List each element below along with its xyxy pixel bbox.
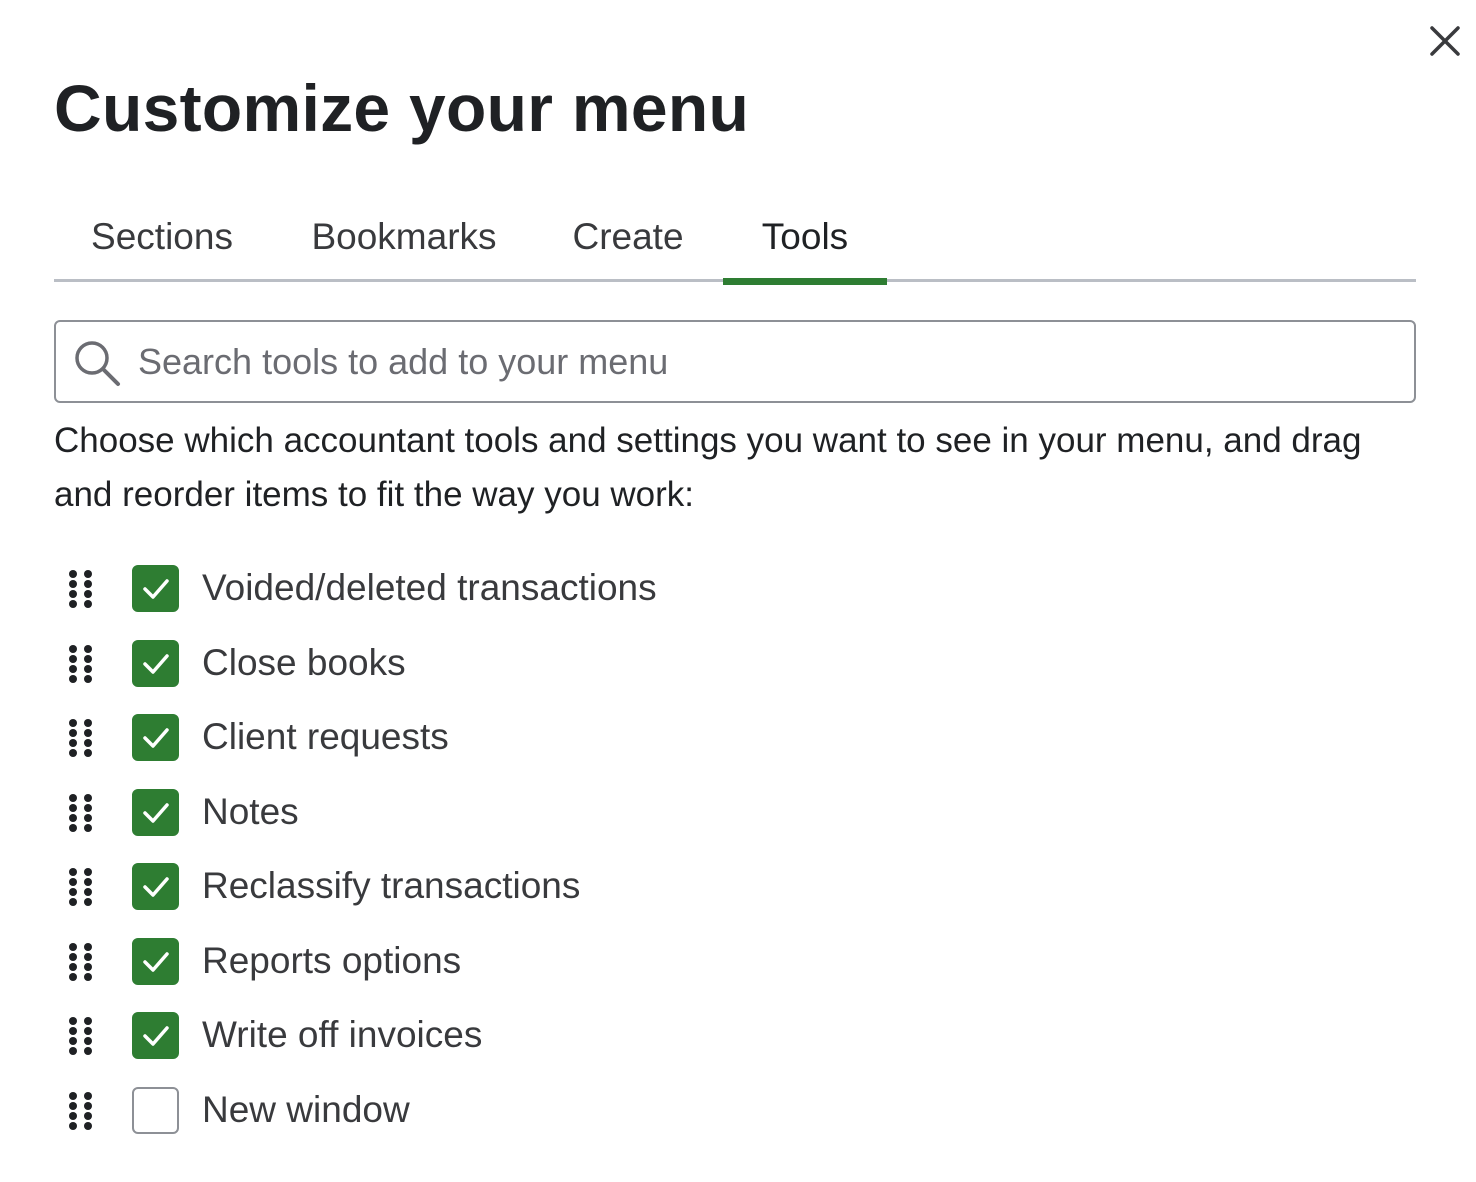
item-label: Reclassify transactions <box>202 865 581 906</box>
checkmark-icon <box>143 877 169 897</box>
search-input[interactable] <box>138 322 1398 401</box>
search-icon <box>75 341 120 386</box>
list-item: Client requests <box>54 699 1416 774</box>
item-label: Notes <box>202 790 299 832</box>
checkmark-icon <box>143 1026 169 1046</box>
tab-create[interactable]: Create <box>558 196 698 282</box>
drag-handle-icon[interactable] <box>66 1090 96 1130</box>
list-item: Close books <box>54 625 1416 700</box>
checkmark-icon <box>143 802 169 823</box>
item-checkbox[interactable] <box>132 863 179 910</box>
item-checkbox[interactable] <box>132 1012 179 1059</box>
item-label: Voided/deleted transactions <box>202 567 657 608</box>
list-item: Reports options <box>54 923 1416 998</box>
item-label: Write off invoices <box>202 1014 483 1055</box>
tab-bar: Sections Bookmarks Create Tools <box>54 196 1416 285</box>
item-checkbox[interactable] <box>132 1086 179 1134</box>
list-item: Notes <box>54 774 1416 849</box>
checkmark-icon <box>143 728 169 748</box>
item-label: Client requests <box>202 716 449 757</box>
close-icon <box>1430 26 1460 56</box>
tab-sections[interactable]: Sections <box>54 196 270 282</box>
tab-tools[interactable]: Tools <box>723 196 887 285</box>
checkmark-icon <box>143 653 169 674</box>
tools-list: Voided/deleted transactions Close books <box>54 550 1416 1146</box>
checkmark-icon <box>143 951 169 972</box>
drag-handle-icon[interactable] <box>66 643 96 683</box>
item-checkbox[interactable] <box>132 565 179 612</box>
item-label: Reports options <box>202 939 462 981</box>
item-checkbox[interactable] <box>132 639 179 687</box>
checkmark-icon <box>143 579 169 599</box>
description-text: Choose which accountant tools and settin… <box>54 421 1362 514</box>
search-box <box>54 320 1416 403</box>
close-button[interactable] <box>1424 20 1466 62</box>
drag-handle-icon[interactable] <box>66 792 96 832</box>
dialog-title: Customize your menu <box>54 71 750 145</box>
drag-handle-icon[interactable] <box>66 866 96 906</box>
list-item: Reclassify transactions <box>54 848 1416 923</box>
drag-handle-icon[interactable] <box>66 941 96 981</box>
item-label: Close books <box>202 641 406 683</box>
drag-handle-icon[interactable] <box>66 717 96 757</box>
item-checkbox[interactable] <box>132 714 179 761</box>
drag-handle-icon[interactable] <box>66 568 96 608</box>
item-label: New window <box>202 1088 410 1130</box>
list-item: Voided/deleted transactions <box>54 550 1416 625</box>
list-item: New window <box>54 1072 1416 1147</box>
drag-handle-icon[interactable] <box>66 1015 96 1055</box>
list-item: Write off invoices <box>54 997 1416 1072</box>
item-checkbox[interactable] <box>132 788 179 836</box>
tab-bookmarks[interactable]: Bookmarks <box>292 196 516 282</box>
item-checkbox[interactable] <box>132 937 179 985</box>
